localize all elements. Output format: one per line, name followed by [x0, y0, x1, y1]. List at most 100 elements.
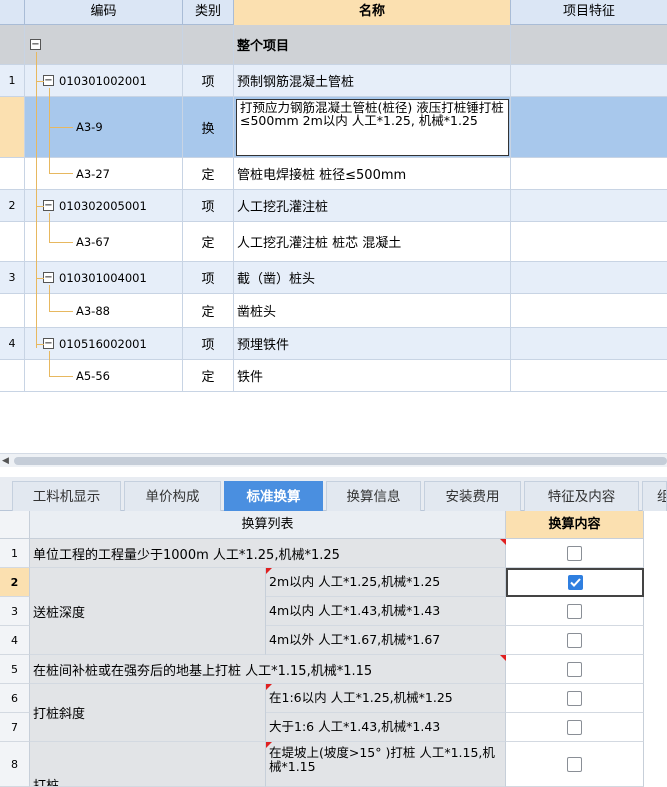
conversion-grid: 换算列表 换算内容 1 单位工程的工程量少于1000m 人工*1.25,机械*1… — [0, 511, 667, 787]
feature-cell — [511, 158, 667, 189]
conversion-option: 4m以外 人工*1.67,机械*1.67 — [266, 626, 506, 655]
collapse-icon[interactable]: − — [43, 338, 54, 349]
name-cell: 人工挖孔灌注桩 桩芯 混凝土 — [234, 222, 511, 261]
scroll-left-icon[interactable]: ◀ — [2, 454, 9, 468]
collapse-icon[interactable]: − — [43, 75, 54, 86]
tree-connector — [36, 81, 44, 82]
checkbox[interactable] — [567, 690, 582, 706]
header-name[interactable]: 名称 — [234, 0, 511, 25]
table-row[interactable]: 5 在桩间补桩或在强夯后的地基上打桩 人工*1.15,机械*1.15 — [0, 655, 667, 684]
checkbox[interactable] — [567, 632, 582, 648]
conversion-checkbox-cell[interactable] — [506, 626, 644, 655]
table-row[interactable]: A3-67 定 人工挖孔灌注桩 桩芯 混凝土 — [0, 222, 667, 262]
table-row[interactable]: A3-27 定 管桩电焊接桩 桩径≤500mm — [0, 158, 667, 190]
table-row[interactable]: 3 4m以内 人工*1.43,机械*1.43 — [0, 597, 667, 626]
row-index — [0, 360, 25, 391]
table-row-selected[interactable]: 2 2m以内 人工*1.25,机械*1.25 — [0, 568, 667, 597]
header-conversion-content[interactable]: 换算内容 — [506, 511, 644, 539]
note-marker — [266, 742, 272, 748]
table-row[interactable]: 8 在堤坡上(坡度>15° )打桩 人工*1.15,机械*1.15 — [0, 742, 667, 787]
name-edit-field[interactable]: 打预应力钢筋混凝土管桩(桩径) 液压打桩锤打桩 ≤500mm 2m以内 人工*1… — [236, 99, 509, 156]
table-row[interactable]: 2 − 010302005001 项 人工挖孔灌注桩 — [0, 190, 667, 222]
tab-install-fee[interactable]: 安装费用 — [424, 481, 521, 511]
table-row[interactable]: 4 4m以外 人工*1.67,机械*1.67 — [0, 626, 667, 655]
tree-connector — [36, 206, 44, 207]
note-marker — [266, 568, 272, 574]
scrollbar-thumb[interactable] — [14, 457, 667, 465]
checkbox[interactable] — [567, 719, 582, 735]
tab-features[interactable]: 特征及内容 — [524, 481, 639, 511]
header-conversion-list[interactable]: 换算列表 — [30, 511, 506, 539]
tab-unit-price[interactable]: 单价构成 — [124, 481, 221, 511]
type-cell: 项 — [183, 65, 234, 96]
feature-cell — [511, 25, 667, 64]
detail-tabs: 工料机显示 单价构成 标准换算 换算信息 安装费用 特征及内容 组 — [0, 477, 667, 511]
code-text: 010516002001 — [59, 336, 147, 351]
check-icon — [569, 578, 581, 587]
feature-cell — [511, 190, 667, 221]
checkbox[interactable] — [567, 603, 582, 619]
table-row[interactable]: 1 单位工程的工程量少于1000m 人工*1.25,机械*1.25 — [0, 539, 667, 568]
table-row[interactable]: 6 在1:6以内 人工*1.25,机械*1.25 — [0, 684, 667, 713]
type-cell: 定 — [183, 294, 234, 327]
conversion-checkbox-cell[interactable] — [506, 684, 644, 713]
filler — [644, 568, 667, 597]
tree-connector — [49, 351, 50, 376]
conversion-grid-header: 换算列表 换算内容 — [0, 511, 667, 539]
table-row[interactable]: A5-56 定 铁件 — [0, 360, 667, 392]
code-text: 010301004001 — [59, 270, 147, 285]
checkbox-checked[interactable] — [567, 575, 583, 590]
row-index: 7 — [0, 713, 30, 742]
row-index — [0, 158, 25, 189]
row-index — [0, 294, 25, 327]
conversion-option: 在堤坡上(坡度>15° )打桩 人工*1.15,机械*1.15 — [266, 742, 506, 787]
conversion-item: 在桩间补桩或在强夯后的地基上打桩 人工*1.15,机械*1.15 — [30, 655, 506, 684]
tab-standard-conversion[interactable]: 标准换算 — [224, 481, 323, 511]
feature-cell — [511, 294, 667, 327]
header-feature[interactable]: 项目特征 — [511, 0, 667, 25]
checkbox[interactable] — [567, 661, 582, 677]
conversion-option: 大于1:6 人工*1.43,机械*1.43 — [266, 713, 506, 742]
table-row-selected[interactable]: A3-9 换 打预应力钢筋混凝土管桩(桩径) 液压打桩锤打桩 ≤500mm 2m… — [0, 97, 667, 158]
header-filler — [644, 511, 667, 539]
filler — [644, 539, 667, 568]
name-cell: 凿桩头 — [234, 294, 511, 327]
conversion-checkbox-cell[interactable] — [506, 597, 644, 626]
conversion-checkbox-cell[interactable] — [506, 742, 644, 787]
horizontal-scrollbar[interactable]: ◀ — [0, 453, 667, 467]
filler — [644, 655, 667, 684]
checkbox[interactable] — [567, 545, 582, 561]
type-cell: 定 — [183, 360, 234, 391]
code-text: A3-27 — [76, 166, 110, 181]
tree-connector — [36, 344, 44, 345]
collapse-icon[interactable]: − — [43, 272, 54, 283]
name-cell: 整个项目 — [234, 25, 511, 64]
feature-cell — [511, 262, 667, 293]
tab-conversion-info[interactable]: 换算信息 — [326, 481, 421, 511]
header-code[interactable]: 编码 — [25, 0, 183, 25]
conversion-checkbox-cell[interactable] — [506, 713, 644, 742]
table-row[interactable]: 1 − 010301002001 项 预制钢筋混凝土管桩 — [0, 65, 667, 97]
table-row[interactable]: 7 大于1:6 人工*1.43,机械*1.43 — [0, 713, 667, 742]
row-index: 5 — [0, 655, 30, 684]
tab-group[interactable]: 组 — [642, 481, 667, 511]
checkbox[interactable] — [567, 756, 582, 772]
table-row[interactable]: 4 − 010516002001 项 预埋铁件 — [0, 328, 667, 360]
filler — [644, 684, 667, 713]
table-row[interactable]: A3-88 定 凿桩头 — [0, 294, 667, 328]
row-index: 3 — [0, 597, 30, 626]
table-row[interactable]: − 整个项目 — [0, 25, 667, 65]
tree-connector — [49, 376, 73, 377]
conversion-checkbox-cell[interactable] — [506, 568, 644, 597]
collapse-icon[interactable]: − — [43, 200, 54, 211]
tab-material-display[interactable]: 工料机显示 — [12, 481, 121, 511]
name-cell: 预制钢筋混凝土管桩 — [234, 65, 511, 96]
filler — [644, 742, 667, 787]
conversion-checkbox-cell[interactable] — [506, 655, 644, 684]
header-type[interactable]: 类别 — [183, 0, 234, 25]
collapse-icon[interactable]: − — [30, 39, 41, 50]
conversion-checkbox-cell[interactable] — [506, 539, 644, 568]
code-text: 010302005001 — [59, 198, 147, 213]
table-row[interactable]: 3 − 010301004001 项 截（凿）桩头 — [0, 262, 667, 294]
type-cell — [183, 25, 234, 64]
